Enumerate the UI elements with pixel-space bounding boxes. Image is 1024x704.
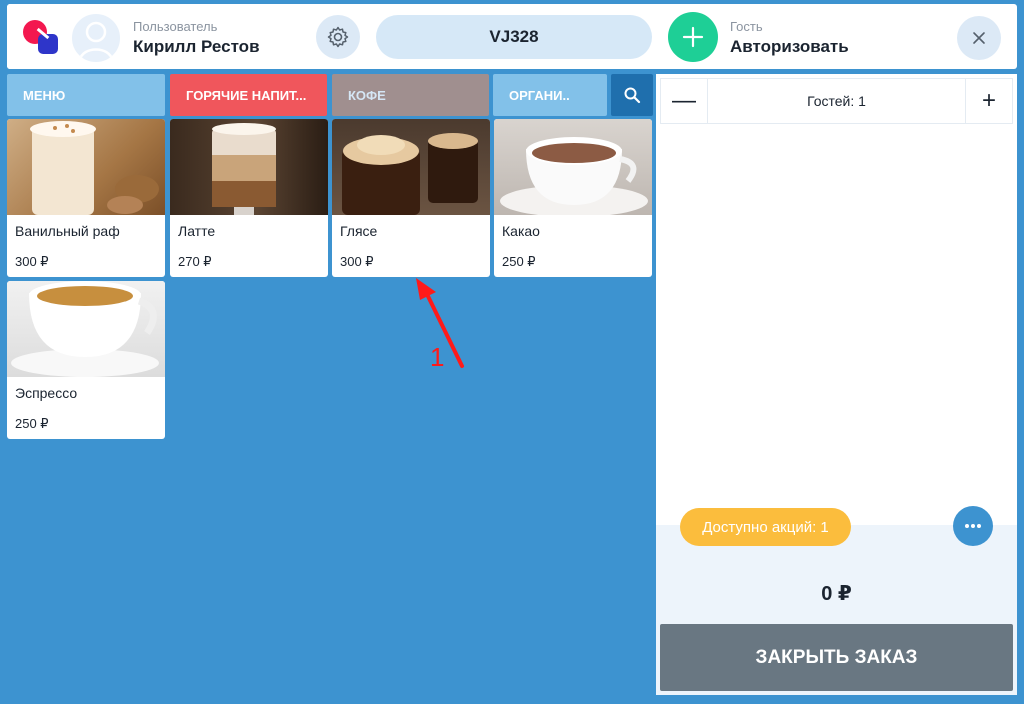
search-button[interactable] <box>611 74 653 116</box>
product-price: 250 ₽ <box>15 416 49 431</box>
product-card-espresso[interactable]: Эспрессо 250 ₽ <box>7 281 165 439</box>
product-card-vanilla-raf[interactable]: Ванильный раф 300 ₽ <box>7 119 165 277</box>
product-name: Эспрессо <box>15 385 78 401</box>
add-guest-button[interactable] <box>668 12 718 62</box>
product-card-glace[interactable]: Глясе 300 ₽ <box>332 119 490 277</box>
product-name: Глясе <box>340 223 378 239</box>
gear-icon <box>327 26 349 48</box>
authorize-guest-link[interactable]: Авторизовать <box>730 37 849 57</box>
user-avatar[interactable] <box>70 12 122 64</box>
product-name: Ванильный раф <box>15 223 120 239</box>
product-card-cocoa[interactable]: Какао 250 ₽ <box>494 119 652 277</box>
product-price: 300 ₽ <box>15 254 49 269</box>
product-card-latte[interactable]: Латте 270 ₽ <box>170 119 328 277</box>
product-image <box>494 119 652 215</box>
tab-hot-drinks[interactable]: ГОРЯЧИЕ НАПИТ... <box>170 74 327 116</box>
guests-increase-button[interactable]: + <box>966 79 1012 123</box>
order-panel: — Гостей: 1 + Доступно акций: 1 0 ₽ ЗАКР… <box>656 74 1017 695</box>
available-promotions-badge[interactable]: Доступно акций: 1 <box>680 508 851 546</box>
annotation-number: 1 <box>430 342 444 372</box>
product-image <box>332 119 490 215</box>
guests-count: Гостей: 1 <box>707 79 966 123</box>
user-label: Пользователь <box>133 19 218 34</box>
more-dots-icon <box>965 524 981 528</box>
product-image <box>170 119 328 215</box>
order-total: 0 ₽ <box>821 583 852 605</box>
tab-organic[interactable]: ОРГАНИ.. <box>493 74 607 116</box>
search-icon <box>624 87 641 104</box>
plus-icon <box>682 26 704 48</box>
product-price: 250 ₽ <box>502 254 536 269</box>
product-name: Какао <box>502 223 540 239</box>
product-price: 300 ₽ <box>340 254 374 269</box>
settings-button[interactable] <box>316 15 360 59</box>
close-icon <box>973 32 985 44</box>
tab-coffee[interactable]: КОФЕ <box>332 74 489 116</box>
product-name: Латте <box>178 223 216 239</box>
guests-counter: — Гостей: 1 + <box>660 78 1013 124</box>
close-button[interactable] <box>957 16 1001 60</box>
more-options-button[interactable] <box>953 506 993 546</box>
guests-decrease-button[interactable]: — <box>661 79 707 123</box>
guest-label: Гость <box>730 19 763 34</box>
product-price: 270 ₽ <box>178 254 212 269</box>
user-name[interactable]: Кирилл Рестов <box>133 37 260 57</box>
order-code-pill[interactable]: VJ328 <box>376 15 652 59</box>
tab-menu[interactable]: МЕНЮ <box>7 74 165 116</box>
product-image <box>7 281 165 377</box>
product-image <box>7 119 165 215</box>
annotation-arrow: 1 <box>416 278 464 372</box>
close-order-button[interactable]: ЗАКРЫТЬ ЗАКАЗ <box>660 624 1013 691</box>
top-header: Пользователь Кирилл Рестов VJ328 Гость А… <box>7 4 1017 69</box>
user-silhouette-icon <box>78 21 114 61</box>
